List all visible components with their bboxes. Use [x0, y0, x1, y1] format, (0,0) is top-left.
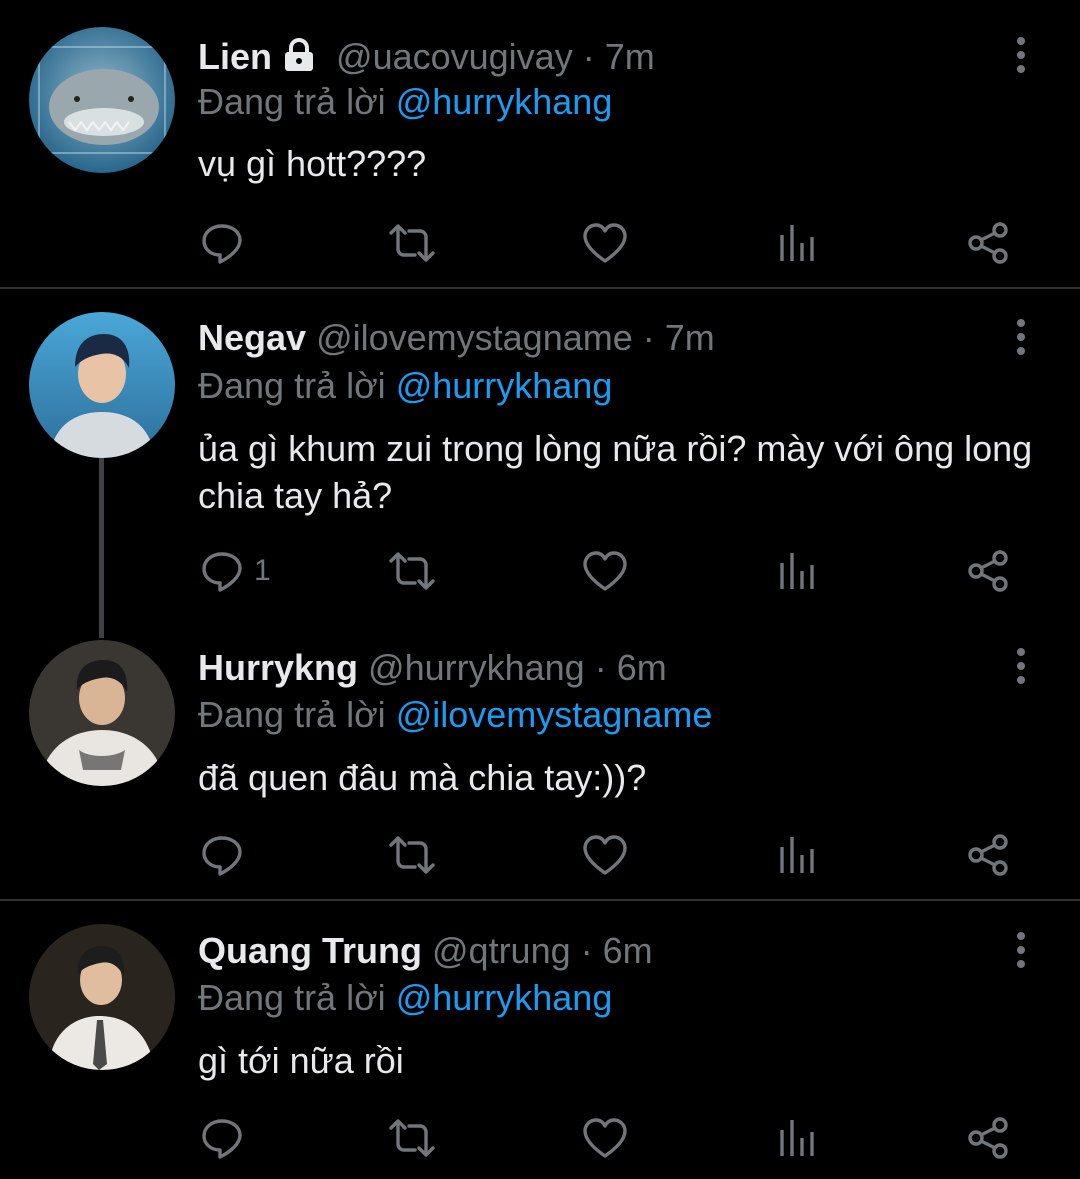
avatar[interactable]	[29, 27, 175, 173]
timestamp[interactable]: 7m	[665, 317, 715, 358]
tweet[interactable]: Negav @ilovemystagname · 7m Đang trả lời…	[0, 289, 1080, 619]
views-icon	[778, 551, 816, 591]
mention-link[interactable]: @hurrykhang	[396, 365, 613, 406]
reply-icon	[200, 549, 244, 593]
retweet-button[interactable]	[387, 218, 437, 268]
share-button[interactable]	[966, 830, 1010, 880]
reply-button[interactable]: 1	[200, 546, 271, 596]
replying-prefix: Đang trả lời	[198, 365, 386, 406]
share-icon	[966, 1116, 1010, 1160]
action-bar	[0, 1113, 1080, 1163]
views-button[interactable]	[778, 1113, 816, 1163]
tweet-header: Lien @uacovugivay · 7m	[198, 35, 655, 82]
replying-prefix: Đang trả lời	[198, 694, 386, 735]
mention-link[interactable]: @ilovemystagname	[396, 694, 713, 735]
views-button[interactable]	[778, 546, 816, 596]
replying-to: Đang trả lời @hurrykhang	[198, 364, 612, 408]
share-button[interactable]	[966, 546, 1010, 596]
tweet-text: gì tới nữa rồi	[198, 1040, 404, 1081]
heart-icon	[582, 222, 628, 264]
reply-icon	[200, 221, 244, 265]
tweet-header: Negav @ilovemystagname · 7m	[198, 316, 715, 360]
user-handle[interactable]: @qtrung	[432, 930, 571, 971]
like-button[interactable]	[582, 218, 628, 268]
more-vertical-icon[interactable]	[1006, 647, 1036, 687]
share-button[interactable]	[966, 1113, 1010, 1163]
shark-avatar-image	[29, 27, 175, 173]
views-icon	[778, 223, 816, 263]
retweet-icon	[387, 551, 437, 591]
user-handle[interactable]: @uacovugivay	[336, 36, 573, 77]
views-button[interactable]	[778, 218, 816, 268]
separator: ·	[642, 317, 655, 358]
retweet-button[interactable]	[387, 830, 437, 880]
tweet-header: Hurrykng @hurrykhang · 6m	[198, 646, 667, 690]
replying-to: Đang trả lời @hurrykhang	[198, 976, 612, 1020]
heart-icon	[582, 550, 628, 592]
timestamp[interactable]: 7m	[605, 36, 655, 77]
heart-icon	[582, 834, 628, 876]
reply-button[interactable]	[200, 218, 254, 268]
separator: ·	[580, 930, 593, 971]
display-name[interactable]: Lien	[198, 36, 272, 77]
user-avatar-image	[29, 312, 175, 458]
tweet-text: vụ gì hott????	[198, 143, 427, 184]
tweet[interactable]: Quang Trung @qtrung · 6m Đang trả lời @h…	[0, 901, 1080, 1179]
retweet-icon	[387, 835, 437, 875]
share-button[interactable]	[966, 218, 1010, 268]
tweet[interactable]: Hurrykng @hurrykhang · 6m Đang trả lời @…	[0, 619, 1080, 899]
user-handle[interactable]: @hurrykhang	[368, 647, 585, 688]
retweet-button[interactable]	[387, 1113, 437, 1163]
timestamp[interactable]: 6m	[603, 930, 653, 971]
more-vertical-icon[interactable]	[1006, 318, 1036, 358]
like-button[interactable]	[582, 1113, 628, 1163]
retweet-icon	[387, 223, 437, 263]
action-bar	[0, 830, 1080, 880]
more-vertical-icon[interactable]	[1006, 931, 1036, 971]
action-bar	[0, 218, 1080, 268]
reply-button[interactable]	[200, 1113, 254, 1163]
tweet-text: đã quen đâu mà chia tay:))?	[198, 757, 647, 798]
tweet-header: Quang Trung @qtrung · 6m	[198, 929, 653, 973]
action-bar: 1	[0, 546, 1080, 596]
reply-button[interactable]	[200, 830, 254, 880]
avatar[interactable]	[29, 312, 175, 458]
user-avatar-image	[29, 924, 175, 1070]
tweet-text: ủa gì khum zui trong lòng nữa rồi? mày v…	[198, 428, 1033, 516]
replying-to: Đang trả lời @hurrykhang	[198, 80, 612, 124]
reply-icon	[200, 1116, 244, 1160]
retweet-icon	[387, 1118, 437, 1158]
like-button[interactable]	[582, 546, 628, 596]
views-icon	[778, 835, 816, 875]
display-name[interactable]: Quang Trung	[198, 930, 422, 971]
share-icon	[966, 221, 1010, 265]
share-icon	[966, 833, 1010, 877]
replying-to: Đang trả lời @ilovemystagname	[198, 693, 712, 737]
user-avatar-image	[29, 640, 175, 786]
mention-link[interactable]: @hurrykhang	[396, 977, 613, 1018]
reply-count: 1	[254, 554, 271, 587]
mention-link[interactable]: @hurrykhang	[396, 81, 613, 122]
user-handle[interactable]: @ilovemystagname	[316, 317, 633, 358]
like-button[interactable]	[582, 830, 628, 880]
display-name[interactable]: Hurrykng	[198, 647, 358, 688]
share-icon	[966, 549, 1010, 593]
avatar[interactable]	[29, 640, 175, 786]
separator: ·	[582, 36, 595, 77]
tweet[interactable]: Lien @uacovugivay · 7m Đang trả lời @hur…	[0, 0, 1080, 288]
retweet-button[interactable]	[387, 546, 437, 596]
timestamp[interactable]: 6m	[617, 647, 667, 688]
lock-icon	[280, 38, 318, 82]
replying-prefix: Đang trả lời	[198, 977, 386, 1018]
separator: ·	[594, 647, 607, 688]
views-button[interactable]	[778, 830, 816, 880]
views-icon	[778, 1118, 816, 1158]
more-vertical-icon[interactable]	[1006, 36, 1036, 76]
reply-icon	[200, 833, 244, 877]
display-name[interactable]: Negav	[198, 317, 306, 358]
replying-prefix: Đang trả lời	[198, 81, 386, 122]
avatar[interactable]	[29, 924, 175, 1070]
heart-icon	[582, 1117, 628, 1159]
